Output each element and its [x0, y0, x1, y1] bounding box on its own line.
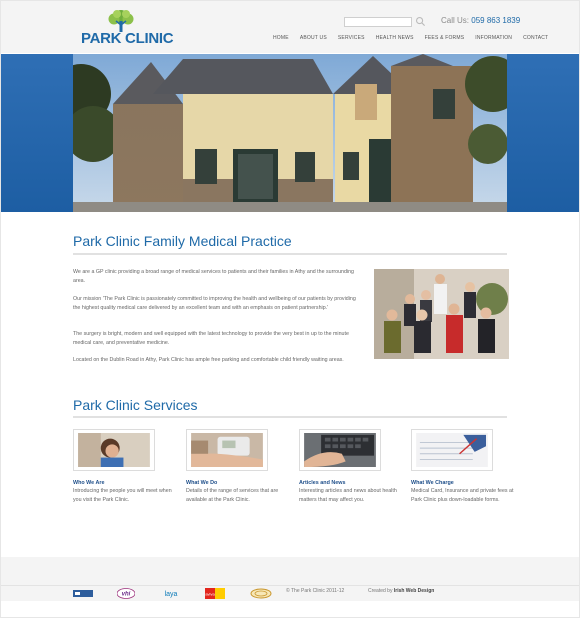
vhi-logo-icon[interactable]: vhi: [117, 588, 135, 599]
service-desc: Medical Card, Insurance and private fees…: [411, 488, 514, 503]
what-we-do-thumbnail[interactable]: [186, 429, 268, 471]
services-divider: [73, 416, 507, 418]
intro-paragraph-2: Our mission 'The Park Clinic is passiona…: [73, 296, 356, 311]
logo[interactable]: PARK CLINIC: [81, 9, 174, 49]
nav-home[interactable]: HOME: [273, 35, 289, 41]
service-desc: Introducing the people you will meet whe…: [73, 488, 172, 503]
intro-paragraph-3: The surgery is bright, modern and well e…: [73, 331, 349, 346]
call-us-label: Call Us:: [441, 16, 470, 25]
nav-contact[interactable]: CONTACT: [523, 35, 548, 41]
title-divider: [73, 253, 507, 255]
service-title[interactable]: Who We Are: [73, 480, 181, 486]
service-title[interactable]: What We Do: [186, 480, 294, 486]
main-nav: HOME ABOUT US SERVICES HEALTH NEWS FEES …: [273, 35, 559, 41]
credit-text: Created by Irish Web Design: [368, 588, 434, 594]
nav-fees-forms[interactable]: FEES & FORMS: [425, 35, 465, 41]
nav-services[interactable]: SERVICES: [338, 35, 365, 41]
vhi-logo-text: vhi: [122, 592, 131, 598]
gold-seal-logo-icon[interactable]: [250, 588, 272, 599]
nav-health-news[interactable]: HEALTH NEWS: [376, 35, 414, 41]
copyright-text: © The Park Clinic 2011-12: [286, 588, 345, 594]
services-title: Park Clinic Services: [73, 397, 198, 413]
service-title[interactable]: Articles and News: [299, 480, 407, 486]
credit-label: Created by: [368, 588, 393, 594]
search-input[interactable]: [344, 17, 412, 27]
service-title[interactable]: What We Charge: [411, 480, 519, 486]
service-desc: Details of the range of services that ar…: [186, 488, 279, 503]
hero-clinic-photo: [73, 54, 507, 212]
call-us: Call Us: 059 863 1839: [441, 16, 520, 25]
nav-about-us[interactable]: ABOUT US: [300, 35, 327, 41]
service-card-articles-news[interactable]: Articles and News Interesting articles a…: [299, 429, 407, 505]
team-photo: [374, 269, 509, 359]
header: PARK CLINIC Call Us: 059 863 1839 HOME A…: [1, 1, 579, 53]
nav-information[interactable]: INFORMATION: [475, 35, 512, 41]
logo-text: PARK CLINIC: [81, 30, 174, 47]
service-card-what-we-charge[interactable]: What We Charge Medical Card, Insurance a…: [411, 429, 519, 505]
icgp-logo-icon[interactable]: [73, 588, 93, 599]
aviva-logo-text: aviva: [205, 592, 215, 597]
page-title: Park Clinic Family Medical Practice: [73, 233, 292, 249]
search-icon[interactable]: [415, 16, 426, 27]
page: PARK CLINIC Call Us: 059 863 1839 HOME A…: [0, 0, 580, 618]
laya-logo-text: laya: [165, 591, 178, 598]
intro-paragraph-4: Located on the Dublin Road in Athy, Park…: [73, 357, 344, 363]
designer-link[interactable]: Irish Web Design: [394, 588, 434, 594]
phone-number[interactable]: 059 863 1839: [471, 16, 520, 25]
what-we-charge-thumbnail[interactable]: [411, 429, 493, 471]
articles-news-thumbnail[interactable]: [299, 429, 381, 471]
intro-paragraph-1: We are a GP clinic providing a broad ran…: [73, 269, 354, 284]
service-desc: Interesting articles and news about heal…: [299, 488, 397, 503]
aviva-logo-icon[interactable]: aviva: [205, 588, 225, 599]
footer-band: [1, 557, 579, 585]
service-card-who-we-are[interactable]: Who We Are Introducing the people you wi…: [73, 429, 181, 505]
who-we-are-thumbnail[interactable]: [73, 429, 155, 471]
laya-logo-icon[interactable]: laya: [161, 588, 181, 599]
service-card-what-we-do[interactable]: What We Do Details of the range of servi…: [186, 429, 294, 505]
